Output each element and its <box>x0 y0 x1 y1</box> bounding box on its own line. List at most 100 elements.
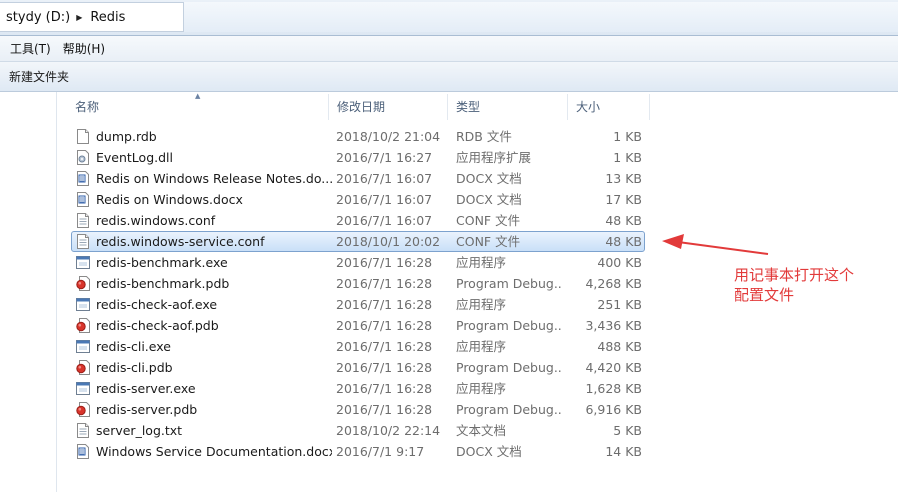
file-date-modified: 2016/7/1 16:28 <box>336 381 433 396</box>
address-bar: stydy (D:) ▶ Redis <box>0 0 898 36</box>
file-row[interactable]: redis.windows.conf 2016/7/1 16:07 CONF 文件 4… <box>70 210 660 231</box>
file-size: 6,916 KB <box>585 402 642 417</box>
file-name: redis-benchmark.pdb <box>96 276 230 291</box>
file-date-modified: 2016/7/1 16:28 <box>336 297 433 312</box>
file-date-modified: 2016/7/1 16:27 <box>336 150 433 165</box>
file-date-modified: 2016/7/1 16:28 <box>336 360 433 375</box>
file-name: server_log.txt <box>96 423 183 438</box>
docx-file-icon <box>76 444 90 459</box>
file-row-selected[interactable]: redis.windows-service.conf 2018/10/1 20:0… <box>70 231 660 252</box>
file-type: RDB 文件 <box>456 129 512 144</box>
file-name: redis-cli.pdb <box>96 360 173 375</box>
column-header-date[interactable]: 修改日期 <box>329 94 448 120</box>
file-date-modified: 2016/7/1 16:07 <box>336 192 433 207</box>
file-name: redis-server.pdb <box>96 402 198 417</box>
file-type: CONF 文件 <box>456 234 521 249</box>
file-row[interactable]: redis-server.exe 2016/7/1 16:28 应用程序 1,628 … <box>70 378 660 399</box>
file-date-modified: 2016/7/1 16:28 <box>336 402 433 417</box>
menu-help[interactable]: 帮助(H) <box>57 40 111 57</box>
file-name: dump.rdb <box>96 129 157 144</box>
file-row[interactable]: Redis on Windows.docx 2016/7/1 16:07 DOCX … <box>70 189 660 210</box>
file-type: Program Debug... <box>456 402 562 417</box>
file-row[interactable]: redis-server.pdb 2016/7/1 16:28 Program De… <box>70 399 660 420</box>
breadcrumb-drive[interactable]: stydy (D:) <box>6 10 70 25</box>
file-row[interactable]: redis-check-aof.exe 2016/7/1 16:28 应用程序 251… <box>70 294 660 315</box>
file-type: DOCX 文档 <box>456 171 522 186</box>
file-size: 14 KB <box>605 444 642 459</box>
pdb-file-icon <box>76 318 90 333</box>
file-type: 应用程序 <box>456 297 507 312</box>
file-type: 应用程序 <box>456 255 507 270</box>
file-size: 3,436 KB <box>585 318 642 333</box>
exe-file-icon <box>76 339 90 354</box>
file-row[interactable]: redis-cli.exe 2016/7/1 16:28 应用程序 488 KB <box>70 336 660 357</box>
column-header-name[interactable]: 名称 <box>67 94 329 120</box>
file-date-modified: 2016/7/1 16:07 <box>336 213 433 228</box>
pdb-file-icon <box>76 276 90 291</box>
file-name: Redis on Windows Release Notes.do... <box>96 171 332 186</box>
file-date-modified: 2016/7/1 16:28 <box>336 339 433 354</box>
file-list: dump.rdb 2018/10/2 21:04 RDB 文件 1 KB EventLo… <box>70 126 660 462</box>
file-size: 488 KB <box>597 339 642 354</box>
file-row[interactable]: EventLog.dll 2016/7/1 16:27 应用程序扩展 1 KB <box>70 147 660 168</box>
file-type: 应用程序 <box>456 381 507 396</box>
file-size: 17 KB <box>605 192 642 207</box>
breadcrumb[interactable]: stydy (D:) ▶ Redis <box>0 2 184 32</box>
file-type: Program Debug... <box>456 318 562 333</box>
file-size: 5 KB <box>613 423 642 438</box>
menu-tools[interactable]: 工具(T) <box>4 40 57 57</box>
column-header-type[interactable]: 类型 <box>448 94 568 120</box>
file-name: redis-cli.exe <box>96 339 171 354</box>
file-name: redis-benchmark.exe <box>96 255 228 270</box>
file-type: 应用程序 <box>456 339 507 354</box>
column-headers: ▲ 名称 修改日期 类型 大小 <box>67 92 657 120</box>
file-size: 400 KB <box>597 255 642 270</box>
file-row[interactable]: redis-benchmark.exe 2016/7/1 16:28 应用程序 400… <box>70 252 660 273</box>
new-folder-button[interactable]: 新建文件夹 <box>4 65 74 88</box>
file-size: 1 KB <box>613 129 642 144</box>
file-size: 48 KB <box>605 234 642 249</box>
annotation-line-1: 用记事本打开这个 <box>734 266 855 284</box>
exe-file-icon <box>76 297 90 312</box>
file-date-modified: 2018/10/2 22:14 <box>336 423 441 438</box>
text-file-icon <box>76 213 90 228</box>
file-row[interactable]: redis-benchmark.pdb 2016/7/1 16:28 Program… <box>70 273 660 294</box>
file-name: redis.windows-service.conf <box>96 234 265 249</box>
file-size: 4,268 KB <box>585 276 642 291</box>
file-type: CONF 文件 <box>456 213 521 228</box>
file-row[interactable]: dump.rdb 2018/10/2 21:04 RDB 文件 1 KB <box>70 126 660 147</box>
file-row[interactable]: Redis on Windows Release Notes.do... 2016… <box>70 168 660 189</box>
file-date-modified: 2018/10/2 21:04 <box>336 129 441 144</box>
file-row[interactable]: redis-cli.pdb 2016/7/1 16:28 Program Debug… <box>70 357 660 378</box>
file-size: 1,628 KB <box>585 381 642 396</box>
file-name: redis.windows.conf <box>96 213 216 228</box>
file-name: redis-server.exe <box>96 381 196 396</box>
file-row[interactable]: redis-check-aof.pdb 2016/7/1 16:28 Program… <box>70 315 660 336</box>
column-header-size[interactable]: 大小 <box>568 94 650 120</box>
dll-file-icon <box>76 150 90 165</box>
breadcrumb-separator-icon[interactable]: ▶ <box>76 13 82 22</box>
docx-file-icon <box>76 171 90 186</box>
generic-file-icon <box>76 129 90 144</box>
file-row[interactable]: server_log.txt 2018/10/2 22:14 文本文档 5 KB <box>70 420 660 441</box>
breadcrumb-folder[interactable]: Redis <box>90 10 125 25</box>
file-date-modified: 2016/7/1 16:07 <box>336 171 433 186</box>
file-name: Redis on Windows.docx <box>96 192 243 207</box>
menu-bar: 工具(T) 帮助(H) <box>0 36 898 62</box>
file-size: 48 KB <box>605 213 642 228</box>
exe-file-icon <box>76 381 90 396</box>
toolbar: 新建文件夹 <box>0 62 898 92</box>
address-bar-background <box>184 2 898 32</box>
file-name: EventLog.dll <box>96 150 173 165</box>
annotation-line-2: 配置文件 <box>734 286 795 304</box>
navigation-pane-divider[interactable] <box>56 92 57 492</box>
file-type: Program Debug... <box>456 276 562 291</box>
file-size: 1 KB <box>613 150 642 165</box>
file-date-modified: 2016/7/1 16:28 <box>336 318 433 333</box>
file-size: 13 KB <box>605 171 642 186</box>
file-row[interactable]: Windows Service Documentation.docx 2016/7… <box>70 441 660 462</box>
file-date-modified: 2018/10/1 20:02 <box>336 234 441 249</box>
pdb-file-icon <box>76 360 90 375</box>
pdb-file-icon <box>76 402 90 417</box>
text-file-icon <box>76 423 90 438</box>
